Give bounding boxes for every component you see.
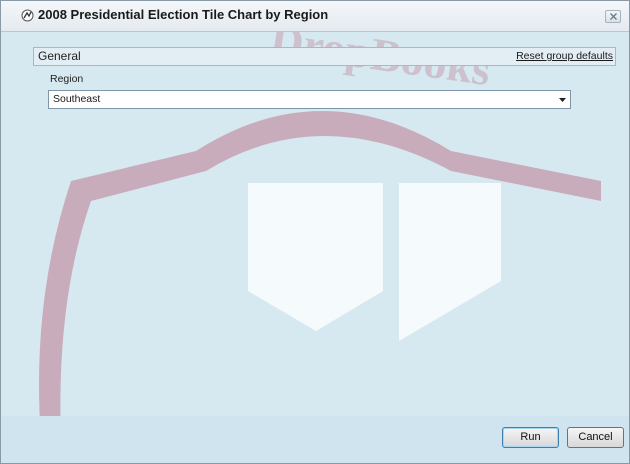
reset-group-defaults-link[interactable]: Reset group defaults [516,50,613,62]
close-icon [610,13,617,20]
window-title: 2008 Presidential Election Tile Chart by… [38,7,329,22]
chevron-down-icon [559,98,566,102]
group-header-general: General Reset group defaults [33,47,616,66]
region-select[interactable]: Southeast [48,90,571,109]
run-button[interactable]: Run [502,427,559,448]
cancel-button[interactable]: Cancel [567,427,624,448]
chart-app-icon [21,9,34,22]
watermark-logo: DropBooks [21,14,601,439]
region-label: Region [50,73,84,85]
region-select-value: Southeast [53,93,101,105]
close-button[interactable] [605,10,621,23]
group-title: General [38,49,81,63]
title-bar: 2008 Presidential Election Tile Chart by… [1,1,629,32]
dialog-window: DropBooks 2008 Presidential Election Til… [0,0,630,464]
